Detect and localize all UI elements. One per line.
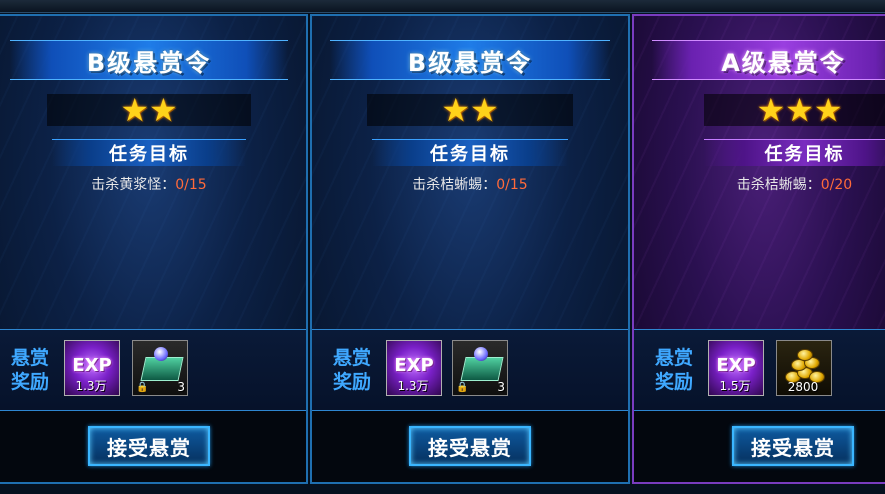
- kill-target: 击杀桔蜥蜴：: [736, 177, 821, 193]
- star-rating: ★★: [367, 94, 573, 126]
- chest-reward-slot[interactable]: 🔒 3: [132, 340, 188, 396]
- kill-progress: 0/15: [175, 177, 207, 193]
- star-icons: ★★: [441, 91, 499, 129]
- star-rating: ★★★: [704, 94, 885, 126]
- kill-progress: 0/20: [820, 177, 853, 193]
- task-label: 任务目标: [109, 144, 189, 165]
- exp-amount: 1.3万: [397, 379, 429, 393]
- top-bar: [0, 0, 885, 13]
- reward-label: 悬赏 奖励: [10, 347, 49, 393]
- accept-bounty-button[interactable]: 接受悬赏: [732, 426, 854, 466]
- gold-amount: 2800: [787, 380, 819, 394]
- bounty-title: B级悬赏令: [86, 48, 212, 77]
- orb-icon: [474, 347, 488, 361]
- bounty-card-2: B级悬赏令 ★★ 任务目标 击杀桔蜥蜴：0/15 悬赏 奖励 EXP 1.3万 🔒…: [310, 14, 630, 484]
- exp-amount: 1.5万: [719, 379, 751, 393]
- gold-reward-slot[interactable]: 2800: [776, 340, 832, 396]
- reward-bar: 悬赏 奖励 EXP 1.3万 🔒 3: [0, 329, 306, 411]
- orb-icon: [154, 347, 168, 361]
- kill-progress: 0/15: [496, 177, 528, 193]
- kill-target: 击杀黄浆怪：: [91, 177, 176, 193]
- bounty-title: B级悬赏令: [407, 48, 533, 77]
- chest-amount: 3: [177, 380, 185, 394]
- star-icons: ★★★: [756, 91, 843, 129]
- exp-icon: EXP: [72, 355, 112, 376]
- exp-reward-slot[interactable]: EXP 1.3万: [64, 340, 120, 396]
- exp-reward-slot[interactable]: EXP 1.3万: [386, 340, 442, 396]
- bounty-card-1: B级悬赏令 ★★ 任务目标 击杀黄浆怪：0/15 悬赏 奖励 EXP 1.3万 🔒…: [0, 14, 308, 484]
- exp-icon: EXP: [394, 355, 434, 376]
- chest-reward-slot[interactable]: 🔒 3: [452, 340, 508, 396]
- star-rating: ★★: [47, 94, 251, 126]
- kill-target: 击杀桔蜥蜴：: [412, 177, 497, 193]
- task-label: 任务目标: [764, 144, 845, 165]
- exp-amount: 1.3万: [75, 379, 107, 393]
- kill-objective: 击杀桔蜥蜴：0/15: [312, 174, 628, 194]
- bounty-title-banner: B级悬赏令: [330, 40, 610, 80]
- exp-reward-slot[interactable]: EXP 1.5万: [708, 340, 764, 396]
- accept-bounty-button[interactable]: 接受悬赏: [88, 426, 210, 466]
- kill-objective: 击杀黄浆怪：0/15: [0, 174, 306, 194]
- task-label: 任务目标: [430, 144, 510, 165]
- bounty-card-3: A级悬赏令 ★★★ 任务目标 击杀桔蜥蜴：0/20 悬赏 奖励 EXP 1.5万 …: [632, 14, 885, 484]
- bounty-title: A级悬赏令: [721, 48, 846, 77]
- task-banner: 任务目标: [372, 139, 568, 166]
- task-banner: 任务目标: [704, 139, 885, 166]
- bounty-title-banner: A级悬赏令: [652, 40, 885, 80]
- reward-bar: 悬赏 奖励 EXP 1.5万 2800: [634, 329, 885, 411]
- chest-amount: 3: [497, 380, 505, 394]
- accept-bounty-button[interactable]: 接受悬赏: [409, 426, 531, 466]
- reward-label: 悬赏 奖励: [332, 347, 371, 393]
- reward-bar: 悬赏 奖励 EXP 1.3万 🔒 3: [312, 329, 628, 411]
- reward-label: 悬赏 奖励: [654, 347, 693, 393]
- task-banner: 任务目标: [52, 139, 246, 166]
- star-icons: ★★: [120, 91, 178, 129]
- kill-objective: 击杀桔蜥蜴：0/20: [674, 174, 885, 194]
- exp-icon: EXP: [716, 355, 756, 376]
- bounty-title-banner: B级悬赏令: [10, 40, 288, 80]
